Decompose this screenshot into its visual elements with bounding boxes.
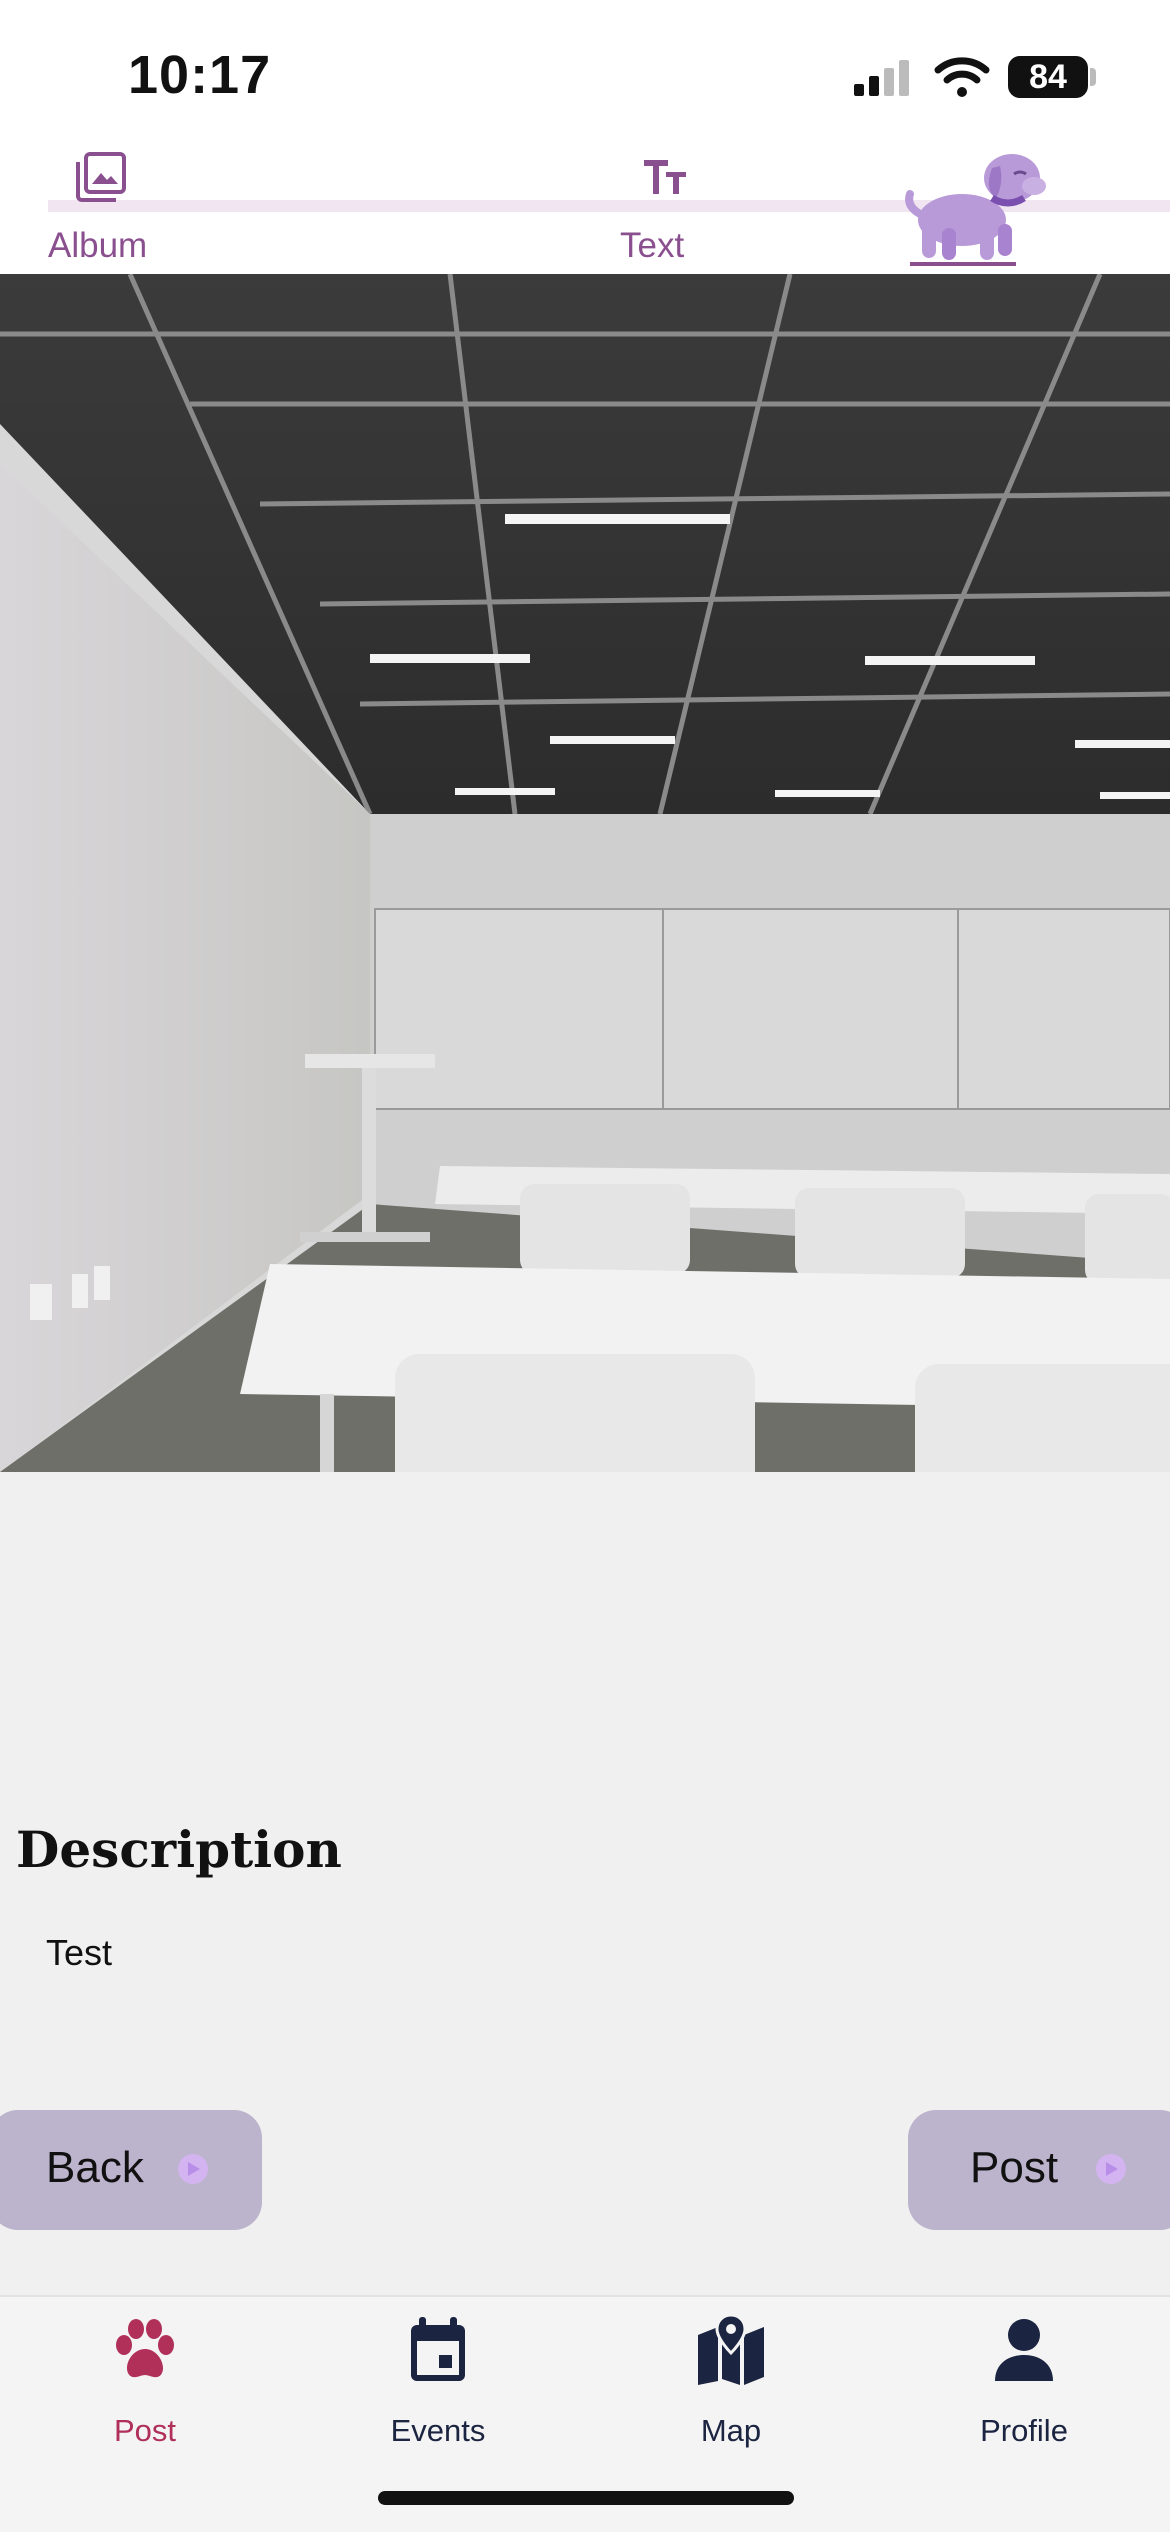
post-button-label: Post — [970, 2143, 1059, 2192]
tab-album[interactable]: Album — [48, 140, 248, 274]
post-button[interactable]: Post — [908, 2110, 1170, 2230]
battery-nub — [1090, 68, 1096, 86]
arrow-right-icon — [1096, 2154, 1126, 2184]
arrow-right-icon — [178, 2154, 208, 2184]
description-text[interactable]: Test — [46, 1932, 112, 1974]
paw-icon — [116, 2319, 174, 2378]
person-icon — [995, 2319, 1053, 2381]
map-icon — [698, 2315, 764, 2385]
nav-item-events[interactable]: Events — [313, 2297, 563, 2467]
status-bar: 10:17 84 — [0, 0, 1170, 140]
calendar-icon — [411, 2317, 465, 2381]
description-heading: Description — [16, 1820, 342, 1879]
wifi-icon — [934, 57, 990, 97]
back-button[interactable]: Back — [0, 2110, 262, 2230]
nav-item-map[interactable]: Map — [606, 2297, 856, 2467]
nav-map-label: Map — [700, 2413, 762, 2448]
nav-post-label: Post — [113, 2413, 177, 2448]
tab-text[interactable]: Text — [620, 140, 820, 274]
nav-item-post[interactable]: Post — [20, 2297, 270, 2467]
nav-events-label: Events — [390, 2413, 486, 2448]
status-time: 10:17 — [128, 45, 272, 105]
battery-icon: 84 — [1008, 56, 1088, 98]
nav-profile-label: Profile — [980, 2413, 1068, 2448]
post-type-header: Album Text — [0, 140, 1170, 274]
tab-text-label: Text — [620, 226, 685, 265]
classroom-photo — [0, 274, 1170, 1472]
dog-icon — [905, 154, 1046, 266]
home-indicator — [378, 2491, 794, 2505]
text-format-icon — [644, 160, 686, 194]
back-button-label: Back — [46, 2143, 144, 2192]
tab-album-label: Album — [48, 226, 148, 265]
nav-item-profile[interactable]: Profile — [899, 2297, 1149, 2467]
photo-image — [0, 274, 1170, 1472]
signal-icon — [854, 60, 909, 96]
album-icon — [76, 152, 126, 202]
